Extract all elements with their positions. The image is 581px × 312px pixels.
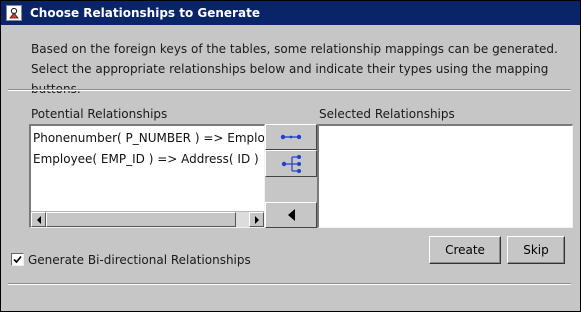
create-button[interactable]: Create — [429, 236, 501, 264]
title-bar[interactable]: Choose Relationships to Generate — [1, 1, 580, 25]
one-to-one-mapping-icon — [280, 134, 302, 140]
skip-button[interactable]: Skip — [507, 236, 565, 264]
bidirectional-label[interactable]: Generate Bi-directional Relationships — [28, 253, 251, 267]
instruction-line-1: Based on the foreign keys of the tables,… — [31, 42, 558, 56]
remove-mapping-button[interactable] — [265, 202, 317, 228]
bidirectional-checkbox[interactable] — [11, 253, 24, 266]
list-item[interactable]: Employee( EMP_ID ) => Address( ID ) — [31, 149, 264, 170]
horizontal-scrollbar[interactable] — [31, 211, 264, 227]
one-to-many-mapping-icon — [281, 154, 301, 173]
scroll-left-icon — [36, 215, 41, 224]
selected-relationships-list[interactable] — [317, 124, 573, 228]
left-arrow-icon — [288, 209, 295, 221]
list-item[interactable]: Phonenumber( P_NUMBER ) => Employee( EMP… — [31, 128, 264, 149]
divider-bottom — [8, 283, 571, 285]
dialog-title: Choose Relationships to Generate — [30, 6, 260, 20]
scroll-left-button[interactable] — [31, 212, 46, 227]
scroll-right-button[interactable] — [249, 212, 264, 227]
mapping-button-gap — [265, 177, 317, 202]
checkmark-icon — [13, 255, 22, 264]
scroll-thumb[interactable] — [46, 212, 236, 227]
selected-relationships-label: Selected Relationships — [319, 107, 455, 121]
one-to-many-mapping-button[interactable] — [265, 150, 317, 177]
potential-relationships-label: Potential Relationships — [31, 107, 168, 121]
instruction-line-2: Select the appropriate relationships bel… — [31, 62, 549, 96]
scroll-right-icon — [254, 215, 259, 224]
app-icon — [6, 5, 22, 21]
choose-relationships-dialog: Choose Relationships to Generate Based o… — [0, 0, 581, 312]
divider-top — [8, 89, 571, 91]
potential-relationships-list[interactable]: Phonenumber( P_NUMBER ) => Employee( EMP… — [29, 124, 265, 228]
one-to-one-mapping-button[interactable] — [265, 124, 317, 150]
